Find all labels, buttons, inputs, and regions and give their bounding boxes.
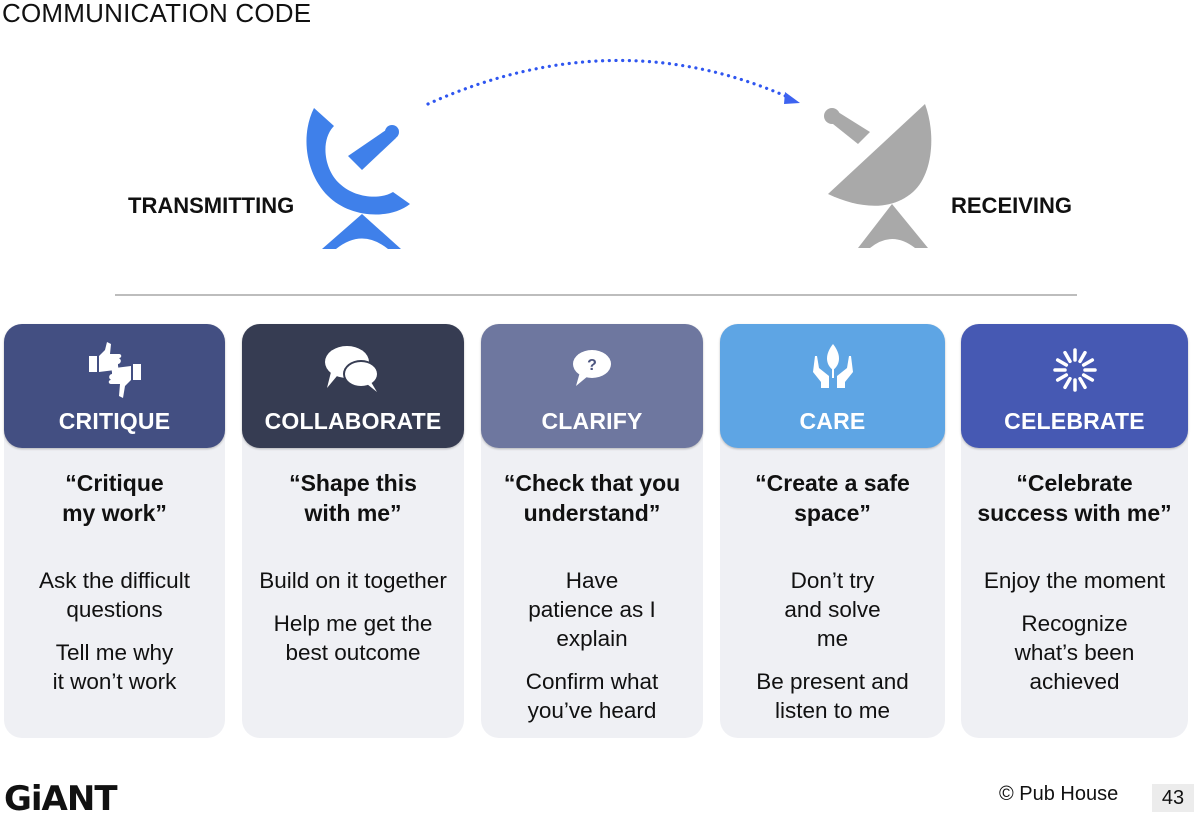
thumbs-up-down-icon — [88, 342, 141, 398]
card-title: COLLABORATE — [264, 408, 442, 434]
dotted-arc-line — [426, 58, 792, 106]
section-divider — [115, 294, 1077, 296]
quote-line: “Shape this — [289, 470, 417, 496]
quote-line: “Check that you — [503, 470, 681, 496]
arc-arrowhead-icon — [784, 92, 800, 104]
burst-ray — [1081, 373, 1094, 382]
card-point: Build on it together — [259, 568, 447, 593]
card-title: CELEBRATE — [1004, 408, 1145, 434]
card-points: Build on it together Help me get the bes… — [242, 566, 464, 681]
quote-line: “Celebrate — [1016, 470, 1133, 496]
card-header: CRITIQUE — [4, 324, 225, 448]
burst-ray — [1055, 373, 1068, 382]
card-point: Confirm what you’ve heard — [525, 669, 659, 723]
burst-icon — [1052, 348, 1097, 392]
card-point: Don’t try and solve me — [784, 568, 881, 651]
copyright-text: © Pub House — [999, 783, 1119, 805]
card-title: CRITIQUE — [58, 408, 171, 434]
svg-text:?: ? — [587, 357, 597, 374]
card-points: Ask the difficult questions Tell me why … — [4, 566, 225, 710]
card-collaborate: COLLABORATE “Shape this with me” Build o… — [242, 324, 464, 738]
card-point: Be present and listen to me — [756, 669, 909, 723]
card-clarify: ? CLARIFY “Check that you understand” Ha… — [481, 324, 703, 738]
card-quote: “Create a safe space” — [720, 468, 945, 528]
quote-line: success with me” — [977, 500, 1172, 526]
card-quote: “Celebrate success with me” — [961, 468, 1188, 528]
card-header: ? CLARIFY — [481, 324, 703, 448]
transmitting-label: TRANSMITTING — [128, 193, 295, 218]
quote-line: “Critique — [65, 470, 164, 496]
burst-ray — [1081, 358, 1094, 367]
question-bubble-icon: ? — [573, 350, 611, 386]
burst-ray — [1062, 376, 1072, 390]
card-title: CLARIFY — [541, 408, 643, 434]
receiving-label: RECEIVING — [951, 193, 1073, 218]
burst-ray — [1077, 350, 1087, 364]
card-critique: CRITIQUE “Critique my work” Ask the diff… — [4, 324, 225, 738]
card-quote: “Check that you understand” — [481, 468, 703, 528]
card-celebrate: CELEBRATE “Celebrate success with me” En… — [961, 324, 1188, 738]
quote-line: my work” — [62, 500, 167, 526]
card-title: CARE — [799, 408, 866, 434]
receiving-dish-icon — [824, 104, 932, 248]
page-number: 43 — [1152, 784, 1194, 812]
card-header: COLLABORATE — [242, 324, 464, 448]
burst-ray — [1062, 350, 1072, 364]
quote-line: “Create a safe — [755, 470, 910, 496]
card-point: Tell me why it won’t work — [52, 640, 177, 694]
card-point: Help me get the best outcome — [273, 611, 433, 665]
card-header: CARE — [720, 324, 945, 448]
quote-line: space” — [794, 500, 871, 526]
speech-bubbles-icon — [325, 346, 379, 392]
burst-ray — [1055, 358, 1068, 367]
transmitting-dish-icon — [306, 108, 410, 249]
hands-leaf-icon — [812, 344, 853, 388]
card-care: CARE “Create a safe space” Don’t try and… — [720, 324, 945, 738]
transmission-arc — [426, 58, 800, 106]
quote-line: understand” — [523, 500, 661, 526]
card-quote: “Shape this with me” — [242, 468, 464, 528]
card-point: Recognize what’s been achieved — [1014, 611, 1135, 694]
card-point: Have patience as I explain — [528, 568, 656, 651]
card-point: Enjoy the moment — [983, 568, 1166, 593]
card-points: Enjoy the moment Recognize what’s been a… — [961, 566, 1188, 710]
card-quote: “Critique my work” — [4, 468, 225, 528]
burst-ray — [1077, 376, 1087, 390]
giant-logo: GiANT — [4, 779, 118, 819]
card-points: Don’t try and solve me Be present and li… — [720, 566, 945, 739]
card-points: Have patience as I explain Confirm what … — [481, 566, 703, 739]
quote-line: with me” — [304, 500, 402, 526]
card-header: CELEBRATE — [961, 324, 1188, 448]
card-point: Ask the difficult questions — [39, 568, 190, 622]
